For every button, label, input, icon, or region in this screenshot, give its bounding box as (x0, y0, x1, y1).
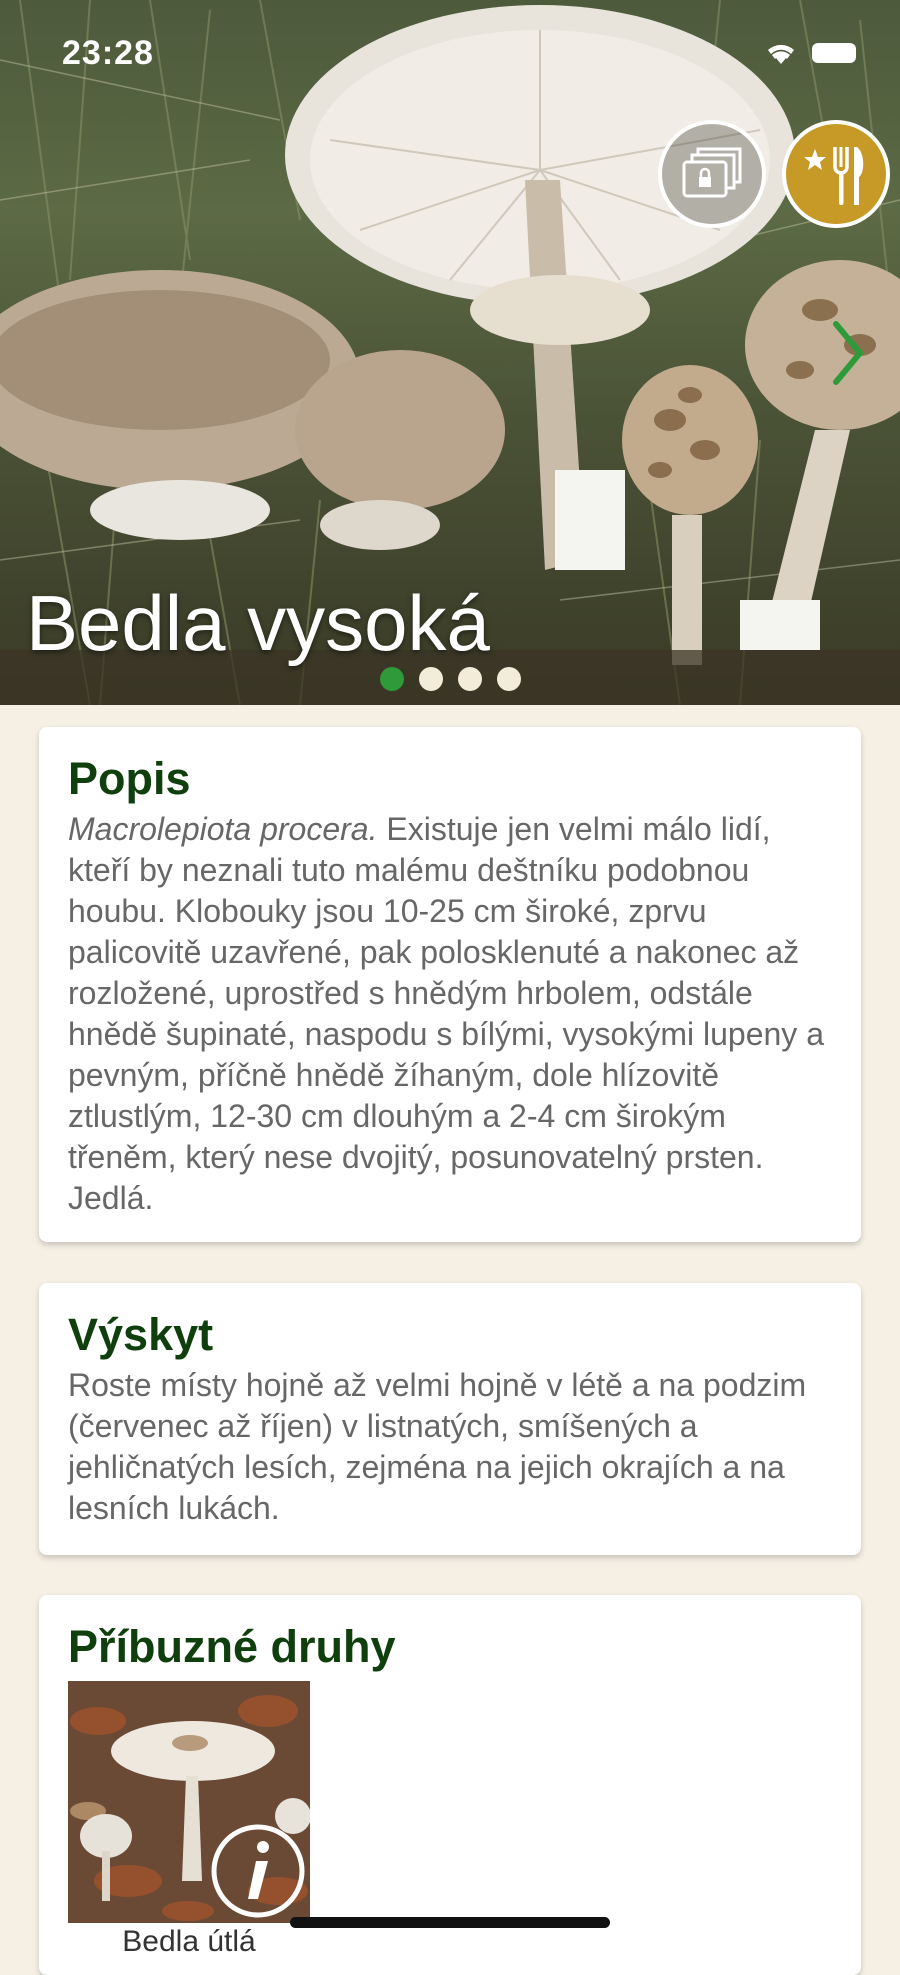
related-species-heading: Příbuzné druhy (68, 1621, 396, 1672)
battery-icon (812, 43, 856, 63)
gallery-button[interactable] (658, 120, 766, 228)
description-text: Macrolepiota procera. Existuje jen velmi… (68, 809, 832, 1219)
latin-name: Macrolepiota procera. (68, 811, 378, 847)
gallery-lock-icon (682, 147, 742, 198)
related-species-label[interactable]: Bedla útlá (68, 1925, 310, 1959)
page-dot-2[interactable] (419, 667, 443, 691)
description-body: Existuje jen velmi málo lidí, kteří by n… (68, 811, 824, 1216)
hero-image[interactable]: 23:28 Bedla vysoká (0, 0, 900, 705)
occurrence-card: Výskyt Roste místy hojně až velmi hojně … (39, 1283, 861, 1555)
home-indicator[interactable] (290, 1917, 610, 1928)
description-card: Popis Macrolepiota procera. Existuje jen… (39, 727, 861, 1242)
occurrence-heading: Výskyt (68, 1309, 214, 1360)
species-title: Bedla vysoká (26, 579, 490, 667)
page-dot-3[interactable] (458, 667, 482, 691)
status-time: 23:28 (62, 34, 154, 72)
status-icons (764, 40, 856, 66)
description-heading: Popis (68, 753, 191, 804)
next-image-button[interactable] (828, 318, 868, 393)
occurrence-text: Roste místy hojně až velmi hojně v létě … (68, 1367, 807, 1526)
info-icon[interactable] (208, 1821, 308, 1921)
edible-button[interactable] (782, 120, 890, 228)
star-cutlery-icon (804, 147, 864, 205)
related-species-thumbnail[interactable] (68, 1681, 310, 1923)
wifi-icon (768, 44, 794, 64)
page-indicator[interactable] (380, 667, 521, 691)
page-dot-4[interactable] (497, 667, 521, 691)
page-dot-1[interactable] (380, 667, 404, 691)
chevron-right-icon (833, 321, 863, 385)
